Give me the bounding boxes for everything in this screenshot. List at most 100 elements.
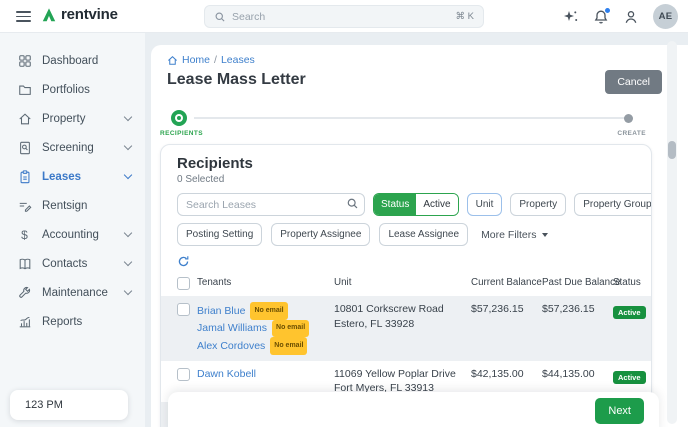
- scrollbar-thumb[interactable]: [668, 141, 676, 159]
- sidebar-item-label: Contacts: [42, 258, 87, 270]
- no-email-badge: No email: [270, 337, 307, 355]
- sidebar-item-label: Leases: [42, 171, 81, 183]
- no-email-badge: No email: [250, 302, 287, 320]
- unit-address-line1: 11069 Yellow Poplar Drive: [334, 367, 471, 382]
- search-icon: [346, 197, 359, 210]
- status-filter-value[interactable]: Active: [416, 194, 457, 215]
- chevron-down-icon: [124, 258, 132, 266]
- user-icon[interactable]: [623, 9, 639, 25]
- chevron-down-icon: [124, 142, 132, 150]
- column-header-unit: Unit: [334, 277, 471, 288]
- status-filter-group[interactable]: Status Active: [373, 193, 459, 216]
- row-checkbox[interactable]: [177, 303, 190, 316]
- unit-address-line1: 10801 Corkscrew Road: [334, 302, 471, 317]
- sidebar-item-label: Portfolios: [42, 84, 90, 96]
- row-checkbox[interactable]: [177, 368, 190, 381]
- sidebar-item-dashboard[interactable]: Dashboard: [0, 46, 145, 75]
- rentvine-logo[interactable]: rentvine: [41, 6, 118, 23]
- filter-unit-button[interactable]: Unit: [467, 193, 503, 216]
- recipients-heading: Recipients: [177, 155, 635, 172]
- house-icon: [17, 111, 32, 126]
- stepper-line: [194, 117, 626, 119]
- wizard-stepper: RECIPIENTS CREATE: [160, 109, 652, 143]
- clipboard-icon: [17, 169, 32, 184]
- unit-address-line2: Estero, FL 33928: [334, 317, 471, 332]
- step-create-indicator[interactable]: [624, 114, 633, 123]
- filter-property-assignee-button[interactable]: Property Assignee: [271, 223, 370, 246]
- sidebar-item-screening[interactable]: Screening: [0, 133, 145, 162]
- wrench-icon: [17, 285, 32, 300]
- status-filter-key[interactable]: Status: [374, 194, 416, 215]
- more-filters-dropdown[interactable]: More Filters: [481, 229, 547, 241]
- column-header-past-due-balance: Past Due Balance: [542, 277, 613, 288]
- sidebar-item-property[interactable]: Property: [0, 104, 145, 133]
- wizard-footer-bar: Next: [168, 392, 659, 427]
- dashboard-icon: [17, 53, 32, 68]
- global-search-input[interactable]: [232, 11, 450, 23]
- breadcrumb-separator: /: [214, 54, 217, 66]
- current-balance: $42,135.00: [471, 367, 542, 382]
- sidebar-item-contacts[interactable]: Contacts: [0, 249, 145, 278]
- recipients-card: Recipients 0 Selected Status Active Unit…: [160, 144, 652, 427]
- dollar-icon: $: [17, 227, 32, 242]
- refresh-icon[interactable]: [177, 255, 190, 268]
- unit-cell: 10801 Corkscrew Road Estero, FL 33928: [334, 302, 471, 331]
- next-button[interactable]: Next: [595, 398, 644, 424]
- breadcrumb-leases-link[interactable]: Leases: [221, 54, 255, 66]
- breadcrumb-home-link[interactable]: Home: [182, 54, 210, 66]
- tenant-link[interactable]: Brian Blue: [197, 304, 245, 319]
- filter-property-group-button[interactable]: Property Group: [574, 193, 652, 216]
- cancel-button[interactable]: Cancel: [605, 70, 662, 94]
- table-header-row: Tenants Unit Current Balance Past Due Ba…: [161, 273, 651, 296]
- chevron-down-icon: [124, 113, 132, 121]
- logo-text: rentvine: [61, 6, 118, 23]
- search-shortcut-hint: ⌘ K: [456, 11, 474, 22]
- sidebar-item-label: Screening: [42, 142, 94, 154]
- book-icon: [17, 256, 32, 271]
- selected-count: 0 Selected: [177, 174, 635, 185]
- status-badge: Active: [613, 371, 646, 384]
- tenant-link[interactable]: Jamal Williams: [197, 321, 267, 336]
- select-all-checkbox[interactable]: [177, 277, 190, 290]
- sidebar-item-accounting[interactable]: $ Accounting: [0, 220, 145, 249]
- sparkles-icon[interactable]: [563, 9, 579, 25]
- notifications-bell-icon[interactable]: [593, 9, 609, 25]
- sidebar-item-leases[interactable]: Leases: [0, 162, 145, 191]
- sidebar-item-portfolios[interactable]: Portfolios: [0, 75, 145, 104]
- sidebar-item-label: Dashboard: [42, 55, 98, 67]
- screening-doc-icon: [17, 140, 32, 155]
- tenant-link[interactable]: Alex Cordoves: [197, 339, 265, 354]
- current-balance: $57,236.15: [471, 302, 542, 317]
- filter-lease-assignee-button[interactable]: Lease Assignee: [379, 223, 468, 246]
- chart-icon: [17, 314, 32, 329]
- sidebar-item-label: Rentsign: [42, 200, 87, 212]
- step-recipients-indicator[interactable]: [171, 110, 187, 126]
- column-header-current-balance: Current Balance: [471, 277, 542, 288]
- more-filters-label: More Filters: [481, 229, 536, 241]
- signature-icon: [17, 198, 32, 213]
- sidebar-item-reports[interactable]: Reports: [0, 307, 145, 336]
- top-bar: rentvine ⌘ K AE: [0, 0, 688, 33]
- step-recipients-label: RECIPIENTS: [160, 130, 203, 137]
- filter-posting-setting-button[interactable]: Posting Setting: [177, 223, 262, 246]
- sidebar-item-label: Reports: [42, 316, 82, 328]
- sidebar: Dashboard Portfolios Property Screening …: [0, 33, 145, 427]
- avatar[interactable]: AE: [653, 4, 678, 29]
- step-create-label: CREATE: [617, 130, 646, 137]
- time-toast: 123 PM: [10, 390, 128, 420]
- sidebar-item-maintenance[interactable]: Maintenance: [0, 278, 145, 307]
- sidebar-item-label: Maintenance: [42, 287, 108, 299]
- main-area: Home / Leases Lease Mass Letter Cancel R…: [145, 33, 688, 427]
- chevron-down-icon: [124, 287, 132, 295]
- past-due-balance: $44,135.00: [542, 367, 613, 382]
- folder-icon: [17, 82, 32, 97]
- filter-property-button[interactable]: Property: [510, 193, 566, 216]
- page-title: Lease Mass Letter: [167, 71, 306, 89]
- column-header-status: Status: [613, 277, 652, 288]
- lease-search-input[interactable]: [177, 193, 365, 216]
- column-header-tenants: Tenants: [197, 277, 334, 288]
- breadcrumb: Home / Leases: [167, 54, 255, 66]
- tenant-link[interactable]: Dawn Kobell: [197, 367, 256, 382]
- hamburger-menu-icon[interactable]: [16, 11, 31, 22]
- sidebar-item-rentsign[interactable]: Rentsign: [0, 191, 145, 220]
